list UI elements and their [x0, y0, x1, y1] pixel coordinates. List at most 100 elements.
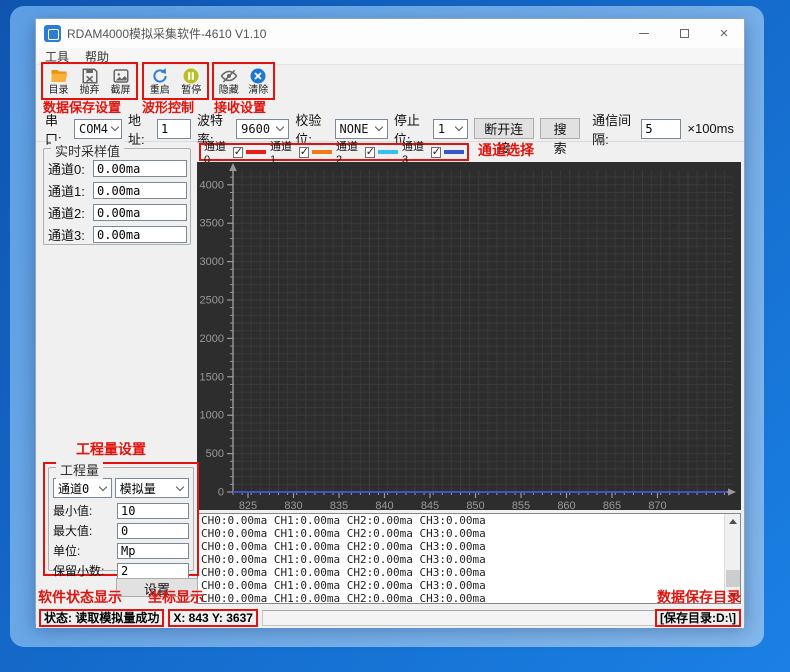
clear-icon [249, 67, 267, 85]
realtime-row-ch0: 通道0: [48, 159, 187, 178]
engineering-group: 工程量 通道0 模拟量 最小值: 最大值: 单位: [48, 467, 194, 571]
svg-text:855: 855 [512, 500, 530, 510]
chevron-down-icon [176, 482, 184, 490]
toolbar-group-wave-control: 重启 暂停 [142, 62, 209, 100]
restart-button[interactable]: 重启 [145, 67, 175, 96]
svg-text:870: 870 [648, 500, 666, 510]
annotation-save-settings: 数据保存设置 [43, 101, 121, 115]
status-panel: [保存目录:D:\] [262, 610, 741, 626]
channel-0-checkbox[interactable] [233, 147, 243, 158]
engineering-group-annotation-box: 工程量 通道0 模拟量 最小值: 最大值: 单位: [43, 462, 199, 576]
svg-text:500: 500 [206, 448, 224, 460]
status-bar: 状态: 读取模拟量成功 X: 843 Y: 3637 [保存目录:D:\] [36, 608, 744, 628]
pause-icon [182, 67, 200, 85]
scrollbar-thumb[interactable] [726, 570, 740, 587]
ch0-value-field[interactable] [93, 160, 187, 177]
title-bar: RDAM4000模拟采集软件-4610 V1.10 × [36, 19, 744, 48]
svg-text:830: 830 [284, 500, 302, 510]
annotation-coordinates: 坐标显示 [148, 590, 204, 604]
chevron-down-icon [111, 123, 119, 131]
toolbar-group-save-settings: 目录 抛弃 截屏 [41, 62, 138, 100]
annotation-engineering-settings: 工程量设置 [76, 442, 146, 456]
channel-1-checkbox[interactable] [299, 147, 309, 158]
clear-button[interactable]: 清除 [244, 67, 274, 96]
svg-text:1500: 1500 [200, 371, 224, 383]
log-line: CH0:0.00ma CH1:0.00ma CH2:0.00ma CH3:0.0… [201, 514, 740, 527]
address-input[interactable] [157, 119, 191, 139]
ch2-value-field[interactable] [93, 204, 187, 221]
close-button[interactable]: × [704, 19, 744, 48]
max-value-input[interactable] [117, 523, 189, 539]
unit-input[interactable] [117, 543, 189, 559]
realtime-values-group: 实时采样值 通道0: 通道1: 通道2: 通道3: [43, 148, 191, 245]
search-button[interactable]: 搜索 [540, 118, 580, 139]
disconnect-button[interactable]: 断开连接 [474, 118, 534, 139]
toolbar-annotations: 数据保存设置 波形控制 接收设置 [36, 101, 744, 116]
chevron-down-icon [276, 123, 284, 131]
ch1-value-field[interactable] [93, 182, 187, 199]
hide-button[interactable]: 隐藏 [214, 67, 244, 96]
maximize-button[interactable] [664, 19, 704, 48]
channel-0-color-swatch [246, 150, 266, 154]
discard-floppy-icon [81, 67, 99, 85]
decimals-input[interactable] [117, 563, 189, 579]
discard-button[interactable]: 抛弃 [75, 67, 105, 96]
chevron-down-icon [375, 123, 383, 131]
port-select[interactable]: COM4 [74, 119, 122, 139]
ch3-value-field[interactable] [93, 226, 187, 243]
min-value-input[interactable] [117, 503, 189, 519]
log-line: CH0:0.00ma CH1:0.00ma CH2:0.00ma CH3:0.0… [201, 540, 740, 553]
scroll-up-button[interactable] [725, 514, 740, 529]
channel-2-checkbox[interactable] [365, 147, 375, 158]
log-line: CH0:0.00ma CH1:0.00ma CH2:0.00ma CH3:0.0… [201, 553, 740, 566]
toolbar: 目录 抛弃 截屏 重启 暂停 隐藏 [36, 65, 744, 98]
app-window: RDAM4000模拟采集软件-4610 V1.10 × 工具 帮助 目录 抛弃 … [35, 18, 745, 624]
restart-icon [151, 67, 169, 85]
screenshot-button[interactable]: 截屏 [106, 67, 136, 96]
log-line: CH0:0.00ma CH1:0.00ma CH2:0.00ma CH3:0.0… [201, 527, 740, 540]
channel-selector: 通道0 通道1 通道2 通道3 [199, 143, 469, 161]
svg-text:1000: 1000 [200, 410, 224, 422]
realtime-row-ch1: 通道1: [48, 181, 187, 200]
max-value-row: 最大值: [53, 522, 189, 539]
folder-icon [50, 67, 68, 85]
channel-3-checkbox[interactable] [431, 147, 441, 158]
svg-text:860: 860 [557, 500, 575, 510]
minimize-button[interactable] [624, 19, 664, 48]
parity-select[interactable]: NONE [335, 119, 388, 139]
svg-text:4000: 4000 [200, 179, 224, 191]
realtime-group-title: 实时采样值 [51, 141, 124, 160]
window-title: RDAM4000模拟采集软件-4610 V1.10 [67, 25, 266, 42]
scroll-up-icon [729, 519, 737, 524]
svg-text:825: 825 [239, 500, 257, 510]
svg-text:3500: 3500 [200, 218, 224, 230]
stopbit-select[interactable]: 1 [433, 119, 468, 139]
main-area: 实时采样值 通道0: 通道1: 通道2: 通道3: 通道0 [36, 142, 744, 608]
log-line: CH0:0.00ma CH1:0.00ma CH2:0.00ma CH3:0.0… [201, 566, 740, 579]
app-icon [44, 25, 61, 42]
svg-text:850: 850 [466, 500, 484, 510]
channel-1-color-swatch [312, 150, 332, 154]
chevron-down-icon [98, 482, 106, 490]
svg-text:0: 0 [218, 487, 224, 499]
save-directory-display: [保存目录:D:\] [655, 609, 741, 627]
engineering-type-select[interactable]: 模拟量 [115, 478, 189, 498]
engineering-group-title: 工程量 [56, 460, 103, 479]
engineering-channel-select[interactable]: 通道0 [53, 478, 112, 498]
svg-text:865: 865 [603, 500, 621, 510]
decimals-row: 保留小数: [53, 562, 189, 579]
pause-button[interactable]: 暂停 [176, 67, 206, 96]
interval-unit: ×100ms [687, 121, 734, 136]
svg-text:2500: 2500 [200, 295, 224, 307]
directory-button[interactable]: 目录 [44, 67, 74, 96]
waveform-chart[interactable]: 0500100015002000250030003500400082583083… [197, 162, 741, 510]
baud-select[interactable]: 9600 [236, 119, 289, 139]
hide-eye-icon [220, 67, 238, 85]
close-icon: × [720, 26, 729, 41]
minimize-icon [639, 33, 649, 34]
svg-text:835: 835 [330, 500, 348, 510]
unit-row: 单位: [53, 542, 189, 559]
chevron-down-icon [454, 123, 462, 131]
channel-2-color-swatch [378, 150, 398, 154]
interval-input[interactable] [641, 119, 681, 139]
